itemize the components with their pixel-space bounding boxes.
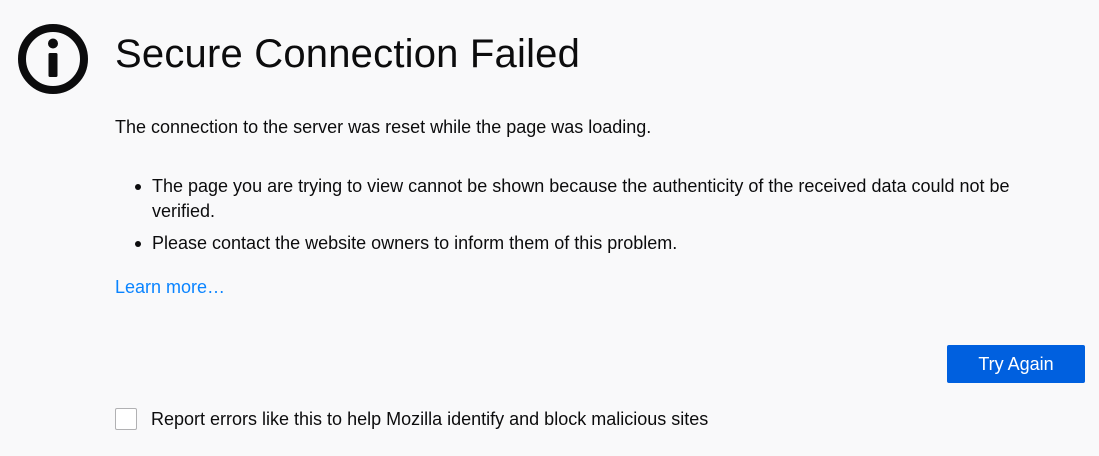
bullet-icon	[135, 241, 141, 247]
learn-more-link[interactable]: Learn more…	[115, 274, 225, 300]
list-item-text: The page you are trying to view cannot b…	[152, 176, 1010, 221]
report-errors-label[interactable]: Report errors like this to help Mozilla …	[151, 406, 708, 432]
report-errors-row: Report errors like this to help Mozilla …	[115, 406, 708, 432]
page-title: Secure Connection Failed	[115, 32, 581, 76]
try-again-button[interactable]: Try Again	[947, 345, 1085, 383]
report-errors-checkbox[interactable]	[115, 408, 137, 430]
list-item: Please contact the website owners to inf…	[115, 231, 1075, 256]
error-details-list: The page you are trying to view cannot b…	[115, 174, 1075, 263]
info-icon	[18, 24, 88, 94]
bullet-icon	[135, 184, 141, 190]
error-short-description: The connection to the server was reset w…	[115, 117, 652, 137]
list-item: The page you are trying to view cannot b…	[115, 174, 1075, 224]
list-item-text: Please contact the website owners to inf…	[152, 233, 678, 253]
error-page: Secure Connection Failed The connection …	[0, 0, 1099, 456]
